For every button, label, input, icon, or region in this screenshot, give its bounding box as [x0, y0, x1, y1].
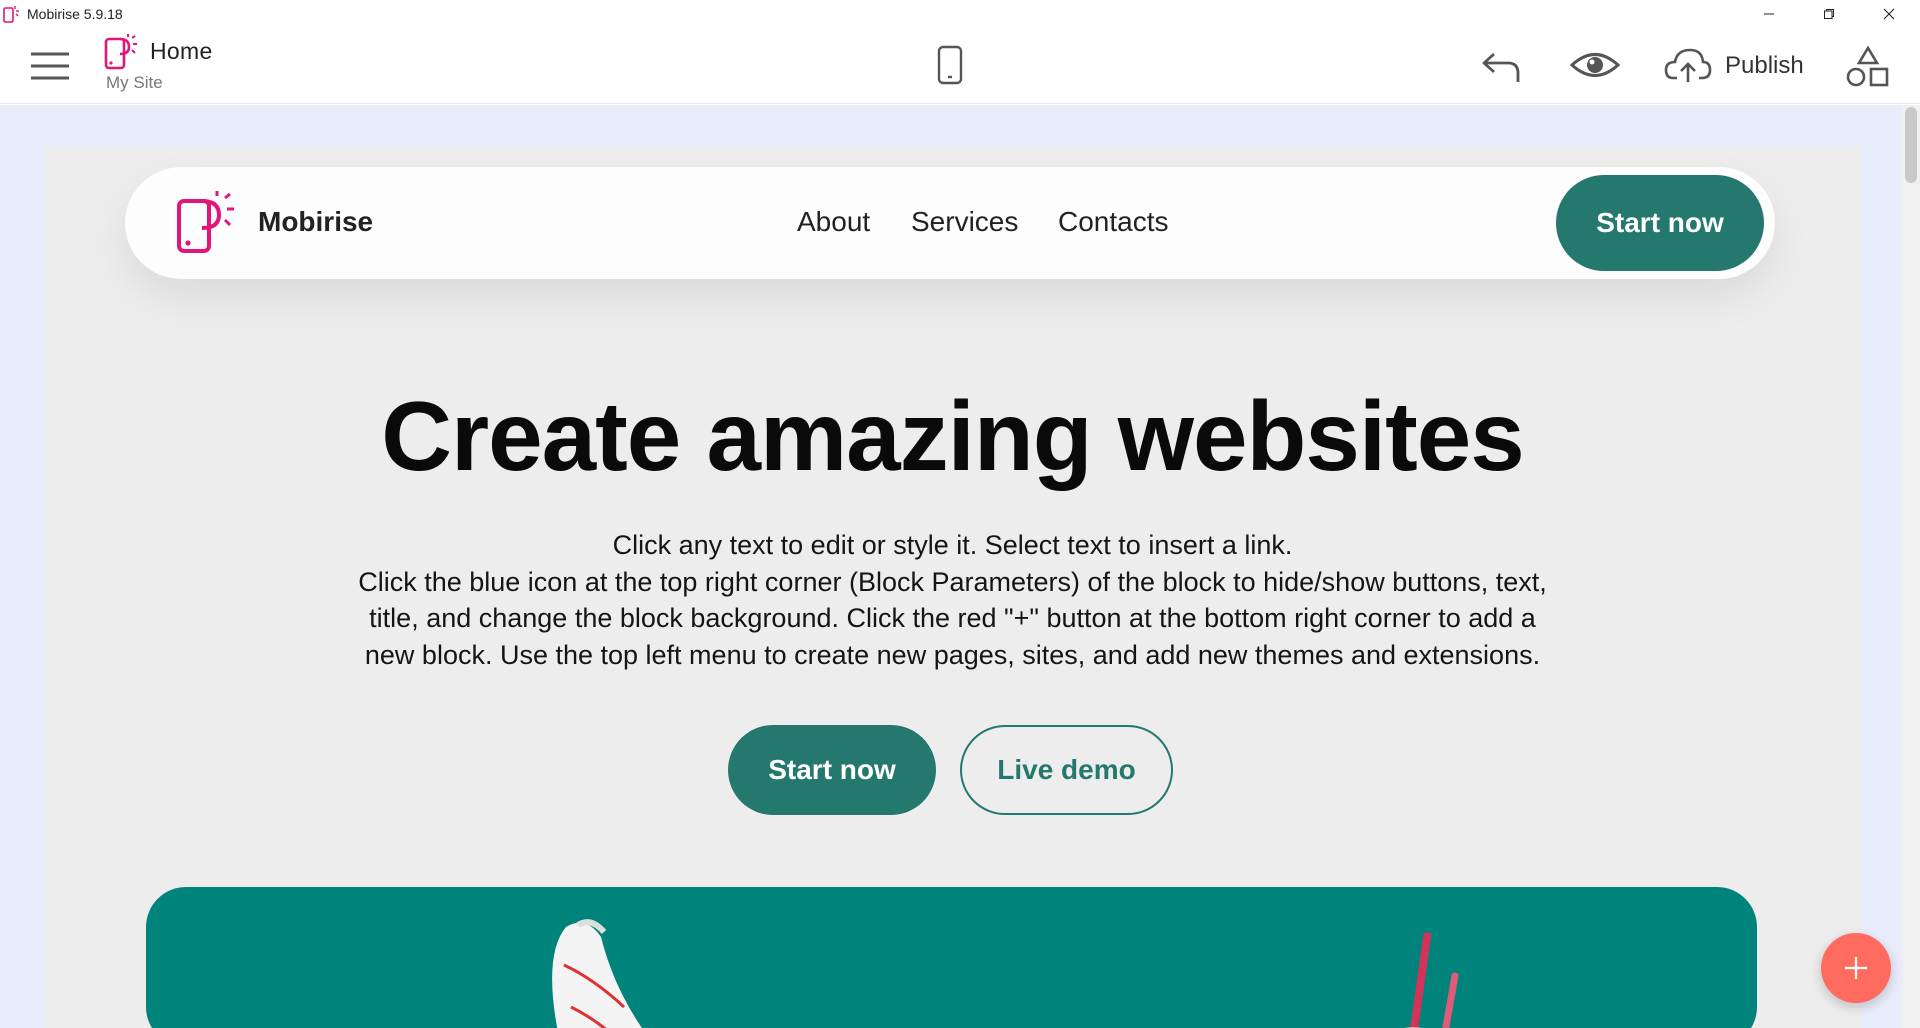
app-toolbar: Home My Site Publish — [0, 28, 1920, 104]
current-site-name[interactable]: My Site — [106, 73, 163, 93]
window-titlebar: Mobirise 5.9.18 — [0, 0, 1920, 28]
nav-link-services[interactable]: Services — [911, 206, 1018, 238]
publish-button[interactable]: Publish — [1725, 52, 1804, 80]
mobirise-app-icon — [3, 6, 19, 23]
nav-link-contacts[interactable]: Contacts — [1058, 206, 1169, 238]
hero-text-line: Click the blue icon at the top right cor… — [358, 566, 1547, 597]
canvas-scrollbar[interactable] — [1902, 105, 1920, 1028]
sneaker-hand-illustration — [552, 919, 1459, 1028]
minimize-button[interactable] — [1746, 0, 1792, 28]
scrollbar-thumb[interactable] — [1905, 107, 1917, 183]
plus-icon — [1845, 957, 1867, 979]
restore-icon — [1824, 9, 1834, 19]
hero-text-line: Click any text to edit or style it. Sele… — [612, 530, 1293, 560]
hero-image[interactable] — [146, 887, 1757, 1028]
hero-text-line: title, and change the block background. … — [369, 603, 1536, 633]
brand-logo-icon[interactable] — [175, 191, 237, 255]
menu-icon[interactable] — [30, 51, 70, 81]
preview-eye-icon[interactable] — [1570, 48, 1620, 82]
window-title: Mobirise 5.9.18 — [27, 6, 123, 22]
nav-start-now-button[interactable]: Start now — [1556, 175, 1764, 271]
add-block-button[interactable] — [1821, 933, 1891, 1003]
hero-title[interactable]: Create amazing websites — [0, 380, 1905, 493]
current-page-name[interactable]: Home — [150, 38, 213, 65]
close-icon — [1883, 8, 1895, 20]
minimize-icon — [1764, 13, 1774, 15]
hero-text-line: new block. Use the top left menu to crea… — [364, 639, 1541, 670]
hero-description[interactable]: Click any text to edit or style it. Sele… — [340, 527, 1565, 673]
close-window-button[interactable] — [1866, 0, 1912, 28]
hero-live-demo-button[interactable]: Live demo — [960, 725, 1173, 815]
undo-icon[interactable] — [1480, 48, 1522, 84]
site-navbar: Mobirise About Services Contacts Start n… — [125, 167, 1775, 279]
brand-name[interactable]: Mobirise — [258, 206, 373, 238]
nav-link-about[interactable]: About — [797, 206, 870, 238]
shapes-icon[interactable] — [1846, 46, 1890, 88]
mobile-device-icon[interactable] — [935, 45, 965, 85]
restore-button[interactable] — [1806, 0, 1852, 28]
mobirise-logo-icon — [104, 34, 137, 70]
cloud-upload-icon[interactable] — [1664, 46, 1712, 84]
hero-start-now-button[interactable]: Start now — [728, 725, 936, 815]
